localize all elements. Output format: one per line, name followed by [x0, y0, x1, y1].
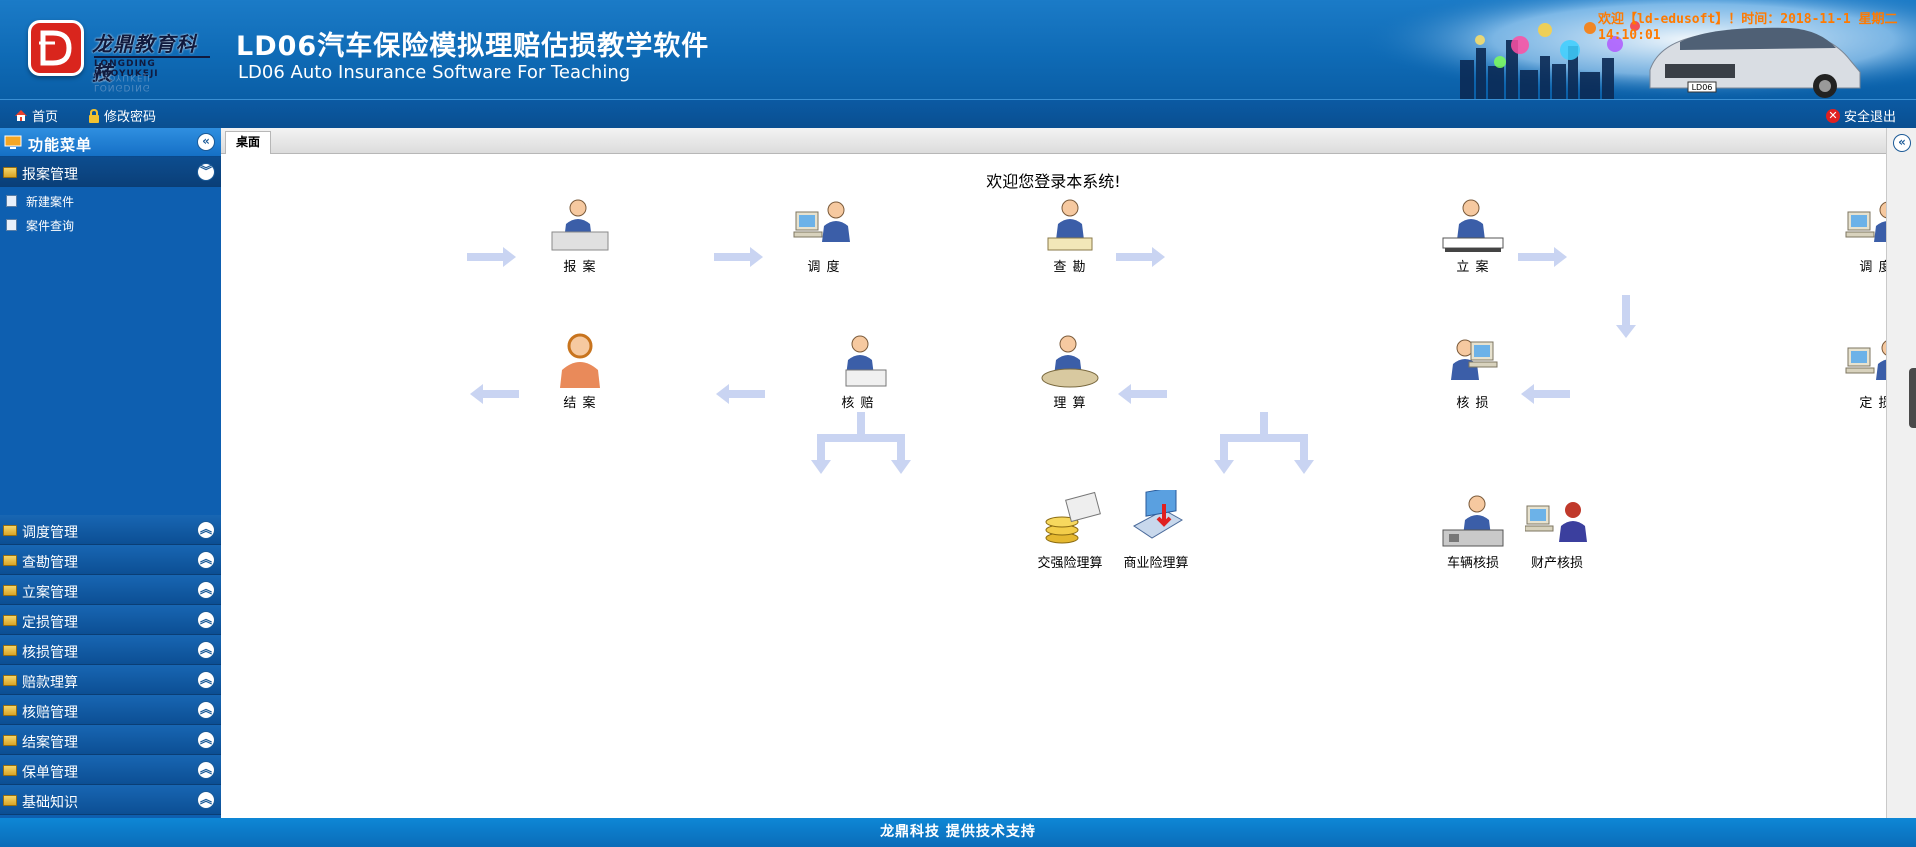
branch-arrow-icon [1214, 412, 1314, 474]
menu-label: 定损管理 [22, 615, 78, 631]
chevron-up-icon[interactable]: ︽ [197, 761, 215, 779]
footer: 龙鼎科技 提供技术支持 [0, 818, 1916, 847]
menu-register-management[interactable]: 立案管理 ︽ [0, 575, 221, 605]
chevron-up-icon[interactable]: ︽ [197, 701, 215, 719]
menu-claim-adjustment[interactable]: 赔款理算 ︽ [0, 665, 221, 695]
menu-basic-knowledge[interactable]: 基础知识 ︽ [0, 785, 221, 815]
menu-verify-loss-management[interactable]: 核损管理 ︽ [0, 635, 221, 665]
sidebar-header: 功能菜单 « [0, 128, 221, 157]
menu-label: 报案管理 [22, 167, 78, 183]
monitor-icon [4, 135, 22, 149]
folder-icon [3, 705, 17, 716]
arrow-left-icon [1118, 384, 1167, 404]
menu-label: 结案管理 [22, 735, 78, 751]
chevron-up-icon[interactable]: ︽ [197, 521, 215, 539]
menu-label: 核赔管理 [22, 705, 78, 721]
top-nav-bar: 首页 修改密码 ✕ 安全退出 [0, 99, 1916, 128]
document-icon [6, 195, 17, 207]
menu-close-case-management[interactable]: 结案管理 ︽ [0, 725, 221, 755]
folder-icon [3, 675, 17, 686]
tab-bar: 桌面 [221, 128, 1886, 154]
logout-link[interactable]: ✕ 安全退出 [1826, 106, 1896, 125]
arrow-left-icon [470, 384, 519, 404]
folder-icon [3, 585, 17, 596]
submenu-label: 新建案件 [26, 195, 75, 209]
arrow-right-icon [467, 247, 516, 267]
arrow-right-icon [1116, 247, 1165, 267]
lock-icon [88, 108, 100, 123]
chevron-up-icon[interactable]: ︽ [197, 641, 215, 659]
menu-survey-management[interactable]: 查勘管理 ︽ [0, 545, 221, 575]
arrow-right-icon [1518, 247, 1567, 267]
close-icon: ✕ [1826, 108, 1840, 123]
menu-policy-management[interactable]: 保单管理 ︽ [0, 755, 221, 785]
change-password-link[interactable]: 修改密码 [88, 106, 156, 125]
arrow-down-icon [1616, 295, 1636, 338]
right-collapse-strip: « [1886, 128, 1916, 818]
menu-label: 查勘管理 [22, 555, 78, 571]
menu-label: 赔款理算 [22, 675, 78, 691]
app-title-en: LD06 Auto Insurance Software For Teachin… [238, 62, 631, 83]
arrow-left-icon [716, 384, 765, 404]
arrow-right-icon [714, 247, 763, 267]
welcome-status: 欢迎【ld-edusoft】！时间：2018-11-1 星期二 14:10:01 [1598, 12, 1898, 43]
app-header: 龙鼎教育科技 LONGDING JIAOYUKEJI LONGDING JIAO… [0, 0, 1916, 99]
sidebar: 功能菜单 « 报案管理 ︾ 新建案件 案件查询 调度管理 ︽ 查勘管理 ︽ 立案… [0, 128, 221, 818]
menu-verify-claim-management[interactable]: 核赔管理 ︽ [0, 695, 221, 725]
menu-assess-management[interactable]: 定损管理 ︽ [0, 605, 221, 635]
chevron-up-icon[interactable]: ︽ [197, 671, 215, 689]
menu-label: 基础知识 [22, 795, 78, 811]
tab-desktop[interactable]: 桌面 [225, 131, 272, 154]
change-password-label: 修改密码 [104, 110, 157, 125]
submenu-case-query[interactable]: 案件查询 [0, 213, 221, 237]
menu-label: 核损管理 [22, 645, 78, 661]
main-panel: 桌面 欢迎您登录本系统! 报 案 调 度 查 勘 立 案 调 度 结 案 核 赔… [221, 128, 1905, 818]
chevron-up-icon[interactable]: ︽ [197, 581, 215, 599]
desktop-content: 欢迎您登录本系统! 报 案 调 度 查 勘 立 案 调 度 结 案 核 赔 理 … [221, 154, 1905, 818]
folder-icon [3, 645, 17, 656]
sidebar-title: 功能菜单 [28, 136, 93, 154]
menu-report-management[interactable]: 报案管理 ︾ [0, 157, 221, 187]
home-link[interactable]: 首页 [14, 106, 58, 125]
folder-icon [3, 167, 17, 178]
folder-icon [3, 555, 17, 566]
folder-icon [3, 735, 17, 746]
logout-label: 安全退出 [1844, 110, 1897, 125]
chevron-down-icon[interactable]: ︾ [197, 163, 215, 181]
home-link-label: 首页 [32, 110, 59, 125]
folder-icon [3, 525, 17, 536]
chevron-up-icon[interactable]: ︽ [197, 551, 215, 569]
folder-icon [3, 615, 17, 626]
folder-icon [3, 795, 17, 806]
flow-arrows [467, 247, 1636, 474]
right-panel-collapse-button[interactable]: « [1893, 134, 1911, 152]
side-grip-handle[interactable] [1909, 368, 1916, 428]
branch-arrow-icon [811, 412, 911, 474]
chevron-up-icon[interactable]: ︽ [197, 791, 215, 809]
company-logo: 龙鼎教育科技 LONGDING JIAOYUKEJI LONGDING JIAO… [20, 14, 210, 92]
document-icon [6, 219, 17, 231]
car-plate-text: LD06 [1692, 83, 1713, 92]
logo-reflection: LONGDING JIAOYUKEJI [94, 72, 151, 92]
logo-mark [28, 20, 84, 76]
menu-dispatch-management[interactable]: 调度管理 ︽ [0, 515, 221, 545]
menu-label: 调度管理 [22, 525, 78, 541]
chevron-up-icon[interactable]: ︽ [197, 731, 215, 749]
submenu-new-case[interactable]: 新建案件 [0, 189, 221, 213]
submenu-label: 案件查询 [26, 219, 75, 233]
menu-label: 立案管理 [22, 585, 78, 601]
chevron-up-icon[interactable]: ︽ [197, 611, 215, 629]
submenu-report: 新建案件 案件查询 [0, 189, 221, 515]
menu-label: 保单管理 [22, 765, 78, 781]
sidebar-collapse-button[interactable]: « [197, 133, 215, 151]
arrow-left-icon [1521, 384, 1570, 404]
app-title-cn: LD06汽车保险模拟理赔估损教学软件 [236, 31, 710, 62]
folder-icon [3, 765, 17, 776]
home-icon [14, 109, 28, 122]
